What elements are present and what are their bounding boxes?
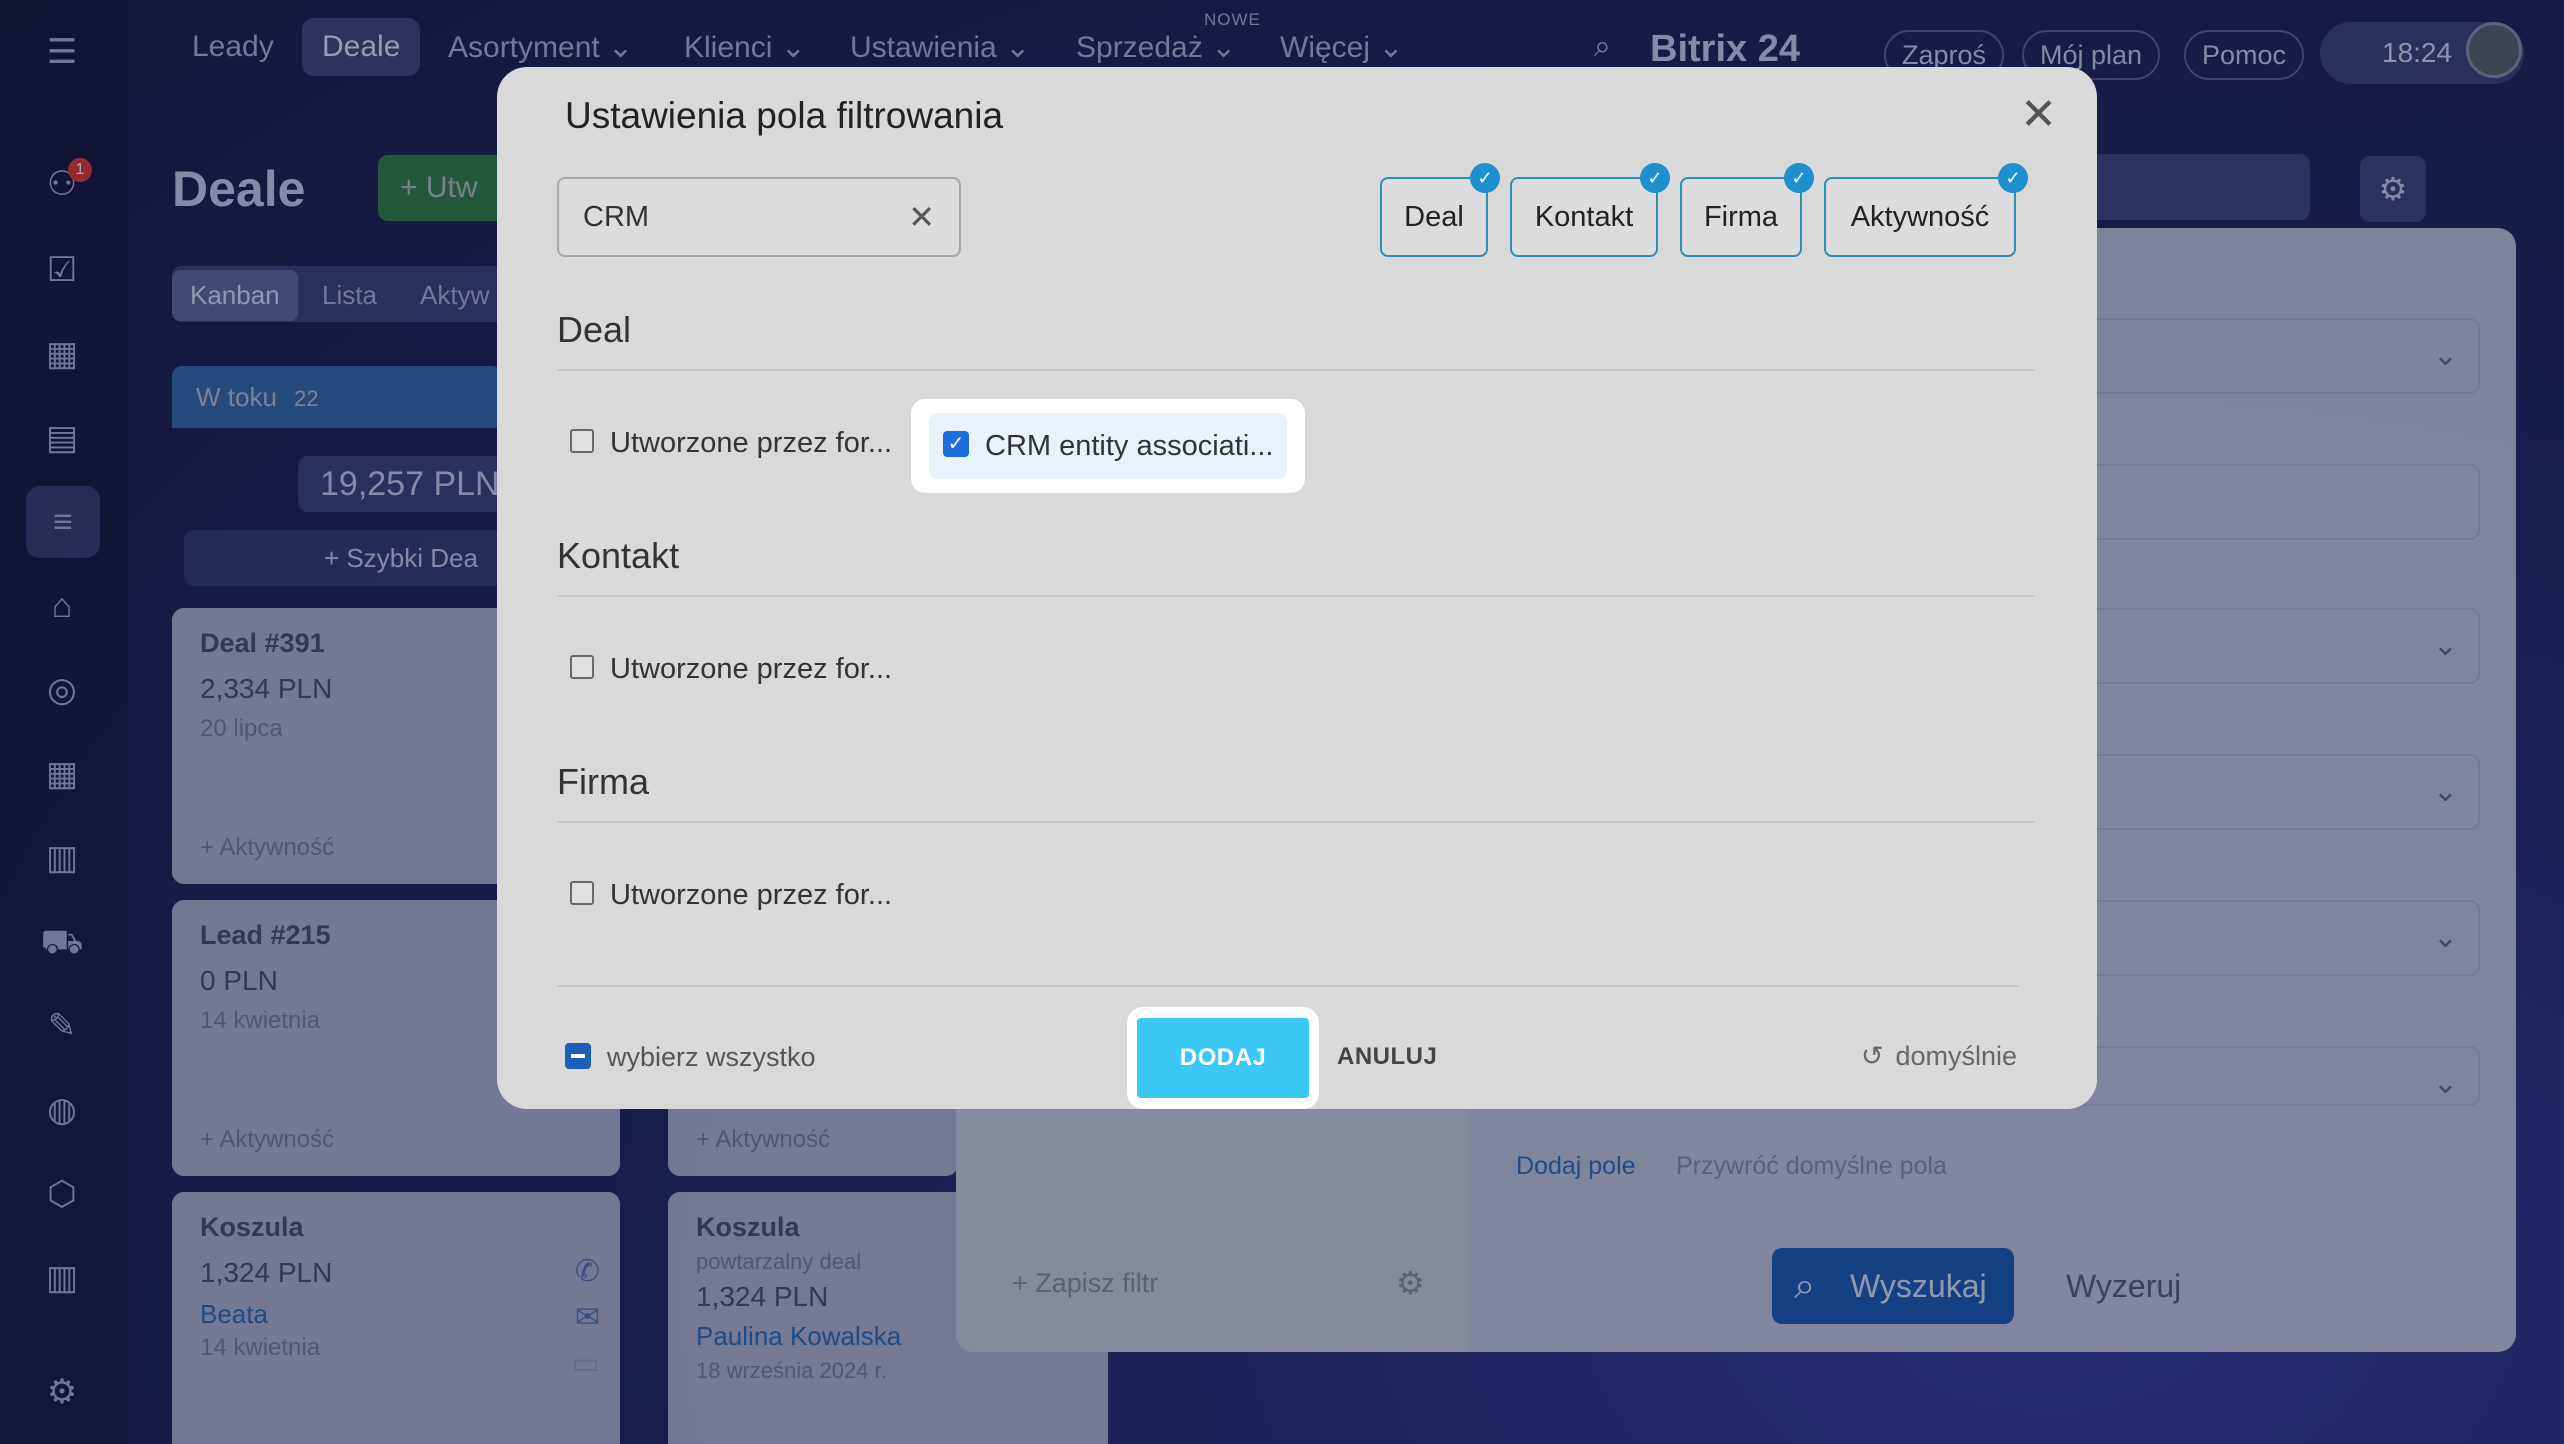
close-icon[interactable]: ✕ (2020, 93, 2057, 137)
section-title-contact: Kontakt (557, 535, 680, 576)
field-label: Utworzone przez for... (610, 879, 893, 911)
chip-company[interactable]: Firma ✓ (1680, 163, 1814, 257)
checkbox[interactable] (570, 429, 594, 454)
field-option[interactable]: Utworzone przez for... (570, 427, 892, 460)
check-icon: ✓ (1640, 163, 1670, 193)
select-all-toggle[interactable]: wybierz wszystko (565, 1042, 816, 1073)
defaults-label: domyślnie (1895, 1041, 2017, 1071)
chip-contact[interactable]: Kontakt ✓ (1510, 163, 1670, 257)
chip-label: Firma (1703, 201, 1779, 233)
chip-label: Aktywność (1850, 201, 1990, 233)
field-option-highlight: ✓ CRM entity associati... (911, 399, 1305, 493)
add-button[interactable]: DODAJ (1137, 1018, 1309, 1098)
field-label: Utworzone przez for... (610, 653, 893, 685)
checkbox-indeterminate[interactable] (565, 1042, 591, 1069)
select-all-label: wybierz wszystko (607, 1042, 816, 1072)
chip-label: Kontakt (1534, 201, 1634, 233)
field-option[interactable]: Utworzone przez for... (570, 879, 892, 912)
divider (557, 985, 2019, 987)
check-icon: ✓ (1784, 163, 1814, 193)
field-option[interactable]: ✓ CRM entity associati... (929, 413, 1287, 479)
add-button-highlight: DODAJ (1127, 1007, 1319, 1109)
chip-label: Deal (1404, 201, 1464, 233)
chip-deal[interactable]: Deal ✓ (1380, 163, 1500, 257)
chip-activity[interactable]: Aktywność ✓ (1824, 163, 2028, 257)
clear-icon[interactable]: ✕ (908, 179, 935, 255)
cancel-button[interactable]: ANULUJ (1337, 1043, 1437, 1071)
divider (557, 595, 2035, 597)
field-label: CRM entity associati... (985, 430, 1274, 462)
field-option[interactable]: Utworzone przez for... (570, 653, 892, 686)
check-icon: ✓ (1470, 163, 1500, 193)
dialog-title: Ustawienia pola filtrowania (565, 95, 1004, 136)
checkbox[interactable] (570, 881, 594, 906)
section-title-deal: Deal (557, 309, 632, 350)
divider (557, 369, 2035, 371)
field-search-input[interactable]: CRM ✕ (557, 177, 961, 257)
checkbox[interactable] (570, 655, 594, 680)
filter-settings-dialog: Ustawienia pola filtrowania ✕ CRM ✕ Deal… (497, 67, 2097, 1109)
checkbox-checked[interactable]: ✓ (943, 431, 969, 458)
restore-defaults-button[interactable]: ↺ domyślnie (1861, 1041, 2017, 1072)
search-value: CRM (583, 201, 650, 233)
field-label: Utworzone przez for... (610, 427, 893, 459)
divider (557, 821, 2035, 823)
undo-icon: ↺ (1860, 1041, 1884, 1071)
check-icon: ✓ (1998, 163, 2028, 193)
section-title-company: Firma (557, 761, 649, 802)
